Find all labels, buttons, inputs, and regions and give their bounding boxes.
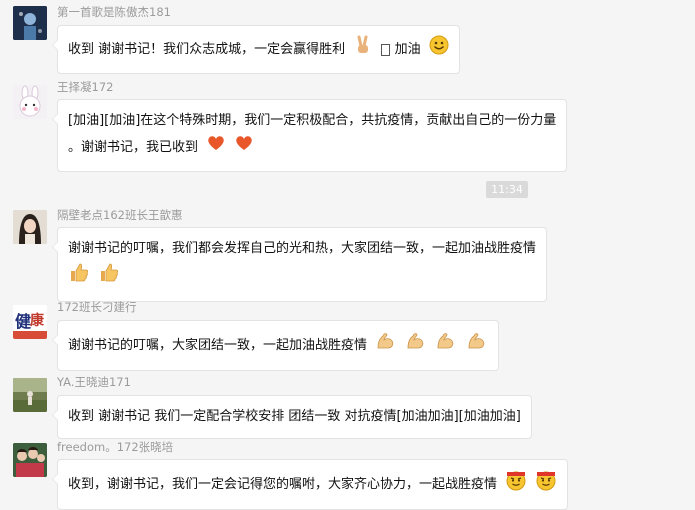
sender-name: 隔壁老点162班长王歆惠 bbox=[57, 208, 183, 222]
message-bubble[interactable]: 收到，谢谢书记，我们一定会记得您的嘱咐，大家齐心协力，一起战胜疫情 bbox=[51, 459, 569, 510]
avatar[interactable] bbox=[13, 443, 47, 477]
heart-icon bbox=[206, 133, 226, 162]
message-text: 加油 bbox=[394, 42, 421, 57]
message-bubble[interactable]: 收到 谢谢书记 我们一定配合学校安排 团结一致 对抗疫情[加油加油][加油加油] bbox=[52, 395, 532, 439]
message-bubble[interactable]: 谢谢书记的叮嘱，大家团结一致，一起加油战胜疫情 bbox=[52, 320, 499, 371]
message-text: 收到 谢谢书记！我们众志成城，一定会赢得胜利 bbox=[68, 42, 346, 57]
flexed-biceps-icon bbox=[405, 330, 427, 361]
message-text-line: 收到，谢谢书记，我们一定会记得您的嘱咐，大家齐心协力，一起战胜疫情 bbox=[68, 469, 557, 500]
thumbs-up-icon bbox=[98, 261, 120, 292]
avatar-image bbox=[13, 378, 47, 412]
avatar[interactable] bbox=[13, 85, 47, 119]
avatar-image bbox=[13, 6, 47, 40]
svg-text:健: 健 bbox=[15, 312, 31, 331]
sender-name: 王择凝172 bbox=[57, 80, 114, 94]
avatar-image bbox=[13, 85, 47, 119]
message-text-line: [加油][加油]在这个特殊时期，我们一定积极配合，共抗疫情，贡献出自己的一份力量 bbox=[68, 113, 557, 128]
message-text-line: 收到 谢谢书记 我们一定配合学校安排 团结一致 对抗疫情[加油加油][加油加油] bbox=[68, 409, 521, 424]
message-text: 谢谢书记的叮嘱，大家团结一致，一起加油战胜疫情 bbox=[68, 338, 368, 353]
message-text: 收到，谢谢书记，我们一定会记得您的嘱咐，大家齐心协力，一起战胜疫情 bbox=[68, 477, 498, 492]
avatar-image bbox=[13, 210, 47, 244]
message-text-line: 。谢谢书记，我已收到 bbox=[68, 133, 556, 162]
message-bubble[interactable]: [加油][加油]在这个特殊时期，我们一定积极配合，共抗疫情，贡献出自己的一份力量… bbox=[51, 99, 568, 172]
sender-name: freedom。172张晓培 bbox=[57, 440, 174, 454]
fighting-face-icon bbox=[535, 469, 557, 500]
svg-text:康: 康 bbox=[30, 312, 45, 329]
sender-name: 第一首歌是陈傲杰181 bbox=[57, 5, 171, 19]
message-bubble[interactable]: 谢谢书记的叮嘱，我们都会发挥自己的光和热，大家团结一致，一起加油战胜疫情 bbox=[51, 227, 548, 302]
sender-name: YA.王晓迪171 bbox=[57, 375, 131, 389]
avatar[interactable] bbox=[13, 210, 47, 244]
victory-hand-icon bbox=[353, 35, 373, 64]
unknown-glyph-icon bbox=[381, 43, 391, 56]
smiley-icon bbox=[429, 35, 449, 64]
avatar[interactable]: 健 康 bbox=[13, 305, 47, 339]
avatar-image bbox=[13, 443, 47, 477]
message-text-line: 谢谢书记的叮嘱，我们都会发挥自己的光和热，大家团结一致，一起加油战胜疫情 bbox=[68, 241, 537, 256]
thumbs-up-icon bbox=[68, 261, 90, 292]
avatar[interactable] bbox=[13, 6, 47, 40]
message-text-line: 谢谢书记的叮嘱，大家团结一致，一起加油战胜疫情 bbox=[68, 330, 488, 361]
flexed-biceps-icon bbox=[466, 330, 488, 361]
flexed-biceps-icon bbox=[435, 330, 457, 361]
avatar[interactable] bbox=[13, 378, 47, 412]
sender-name: 172班长刁建行 bbox=[57, 300, 137, 314]
message-bubble[interactable]: 收到 谢谢书记！我们众志成城，一定会赢得胜利 加油 bbox=[52, 25, 460, 74]
message-emoji-line bbox=[68, 261, 536, 292]
heart-icon bbox=[234, 133, 254, 162]
message-text: 。谢谢书记，我已收到 bbox=[68, 140, 199, 155]
fighting-face-icon bbox=[505, 469, 527, 500]
timestamp: 11:34 bbox=[486, 181, 528, 198]
avatar-image: 健 康 bbox=[13, 305, 47, 339]
message-text-line: 收到 谢谢书记！我们众志成城，一定会赢得胜利 加油 bbox=[68, 35, 449, 64]
flexed-biceps-icon bbox=[375, 330, 397, 361]
